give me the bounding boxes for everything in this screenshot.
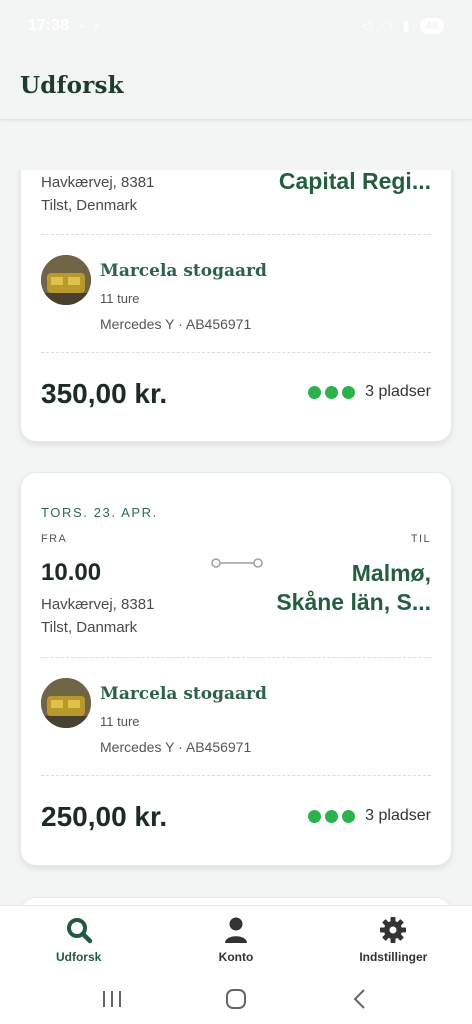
back-button[interactable]	[340, 979, 380, 1019]
divider	[41, 234, 431, 235]
status-left: 17:38 ◔ ♪	[28, 17, 99, 35]
seat-dot	[342, 385, 356, 399]
home-icon	[226, 988, 246, 1009]
seats-label: 3 pladser	[365, 807, 431, 824]
seat-dot	[325, 809, 339, 823]
status-time: 17:38	[28, 17, 69, 34]
price: 350,00 kr.	[41, 378, 168, 409]
seats-indicator: 3 pladser	[308, 383, 431, 401]
nav-item-indstillinger[interactable]: Indstillinger	[315, 906, 472, 973]
avatar[interactable]	[41, 678, 91, 728]
driver-name[interactable]: Marcela stogaard	[100, 684, 267, 704]
whatsapp-icon: ◔	[76, 18, 85, 34]
avatar[interactable]	[41, 255, 91, 305]
status-right: ◁ ◠ ▮ 48	[361, 18, 444, 34]
trip-count: 11 ture	[100, 291, 140, 306]
car-info: Mercedes Y · AB456971	[100, 739, 252, 755]
nav-label: Indstillinger	[359, 949, 428, 964]
user-icon	[224, 917, 247, 943]
nav-item-udforsk[interactable]: Udforsk	[0, 906, 157, 973]
divider	[41, 352, 431, 353]
search-icon	[66, 917, 92, 943]
to-label: TIL	[410, 533, 431, 545]
seat-dot	[308, 809, 322, 823]
divider	[41, 657, 431, 658]
from-address: Havkærvej, 8381 Tilst, Denmark	[41, 174, 155, 214]
recent-apps-button[interactable]	[92, 979, 132, 1019]
price: 250,00 kr.	[41, 801, 168, 832]
wifi-icon: ◠	[381, 18, 393, 33]
from-label: FRA	[41, 533, 68, 545]
seat-dot	[342, 809, 356, 823]
status-bar: 17:38 ◔ ♪ ◁ ◠ ▮ 48	[0, 0, 472, 52]
trip-card[interactable]	[20, 897, 452, 905]
signal-icon: ▮	[402, 18, 410, 33]
trip-card[interactable]: TORS. 23. APR. FRA TIL 10.00 Havkærvej, …	[20, 472, 452, 866]
trip-list[interactable]: Havkærvej, 8381 Tilst, Denmark Capital R…	[0, 170, 472, 905]
seats-indicator: 3 pladser	[308, 807, 431, 825]
from-address: Havkærvej, 8381 Tilst, Danmark	[41, 596, 155, 636]
nav-label: Udforsk	[55, 949, 102, 964]
home-button[interactable]	[216, 979, 256, 1019]
seat-dot	[308, 385, 322, 399]
notification-icon: ♪	[92, 18, 100, 34]
seat-dot	[325, 385, 339, 399]
trip-count: 11 ture	[100, 714, 140, 729]
divider	[41, 775, 431, 776]
trip-date: TORS. 23. APR.	[41, 505, 158, 520]
battery-indicator: 48	[419, 18, 444, 34]
bottom-nav: Udforsk Konto Indstillinger	[0, 905, 472, 973]
gear-icon	[380, 916, 407, 943]
nav-label: Konto	[218, 949, 254, 964]
trip-card[interactable]: Havkærvej, 8381 Tilst, Denmark Capital R…	[20, 170, 452, 442]
driver-name[interactable]: Marcela stogaard	[100, 261, 267, 281]
nav-item-konto[interactable]: Konto	[157, 906, 314, 973]
page-title: Udforsk	[20, 72, 124, 99]
seats-label: 3 pladser	[365, 383, 431, 400]
departure-time: 10.00	[41, 559, 102, 586]
destination-name: Capital Regi...	[278, 170, 431, 194]
app-header: Udforsk	[0, 52, 472, 120]
route-line-icon	[211, 558, 263, 568]
car-info: Mercedes Y · AB456971	[100, 316, 252, 332]
recent-apps-icon	[103, 990, 121, 1007]
destination-name: Malmø, Skåne län, S...	[276, 560, 431, 615]
system-nav-bar	[0, 973, 472, 1024]
back-icon	[353, 988, 365, 1009]
mute-icon: ◁	[361, 18, 372, 33]
